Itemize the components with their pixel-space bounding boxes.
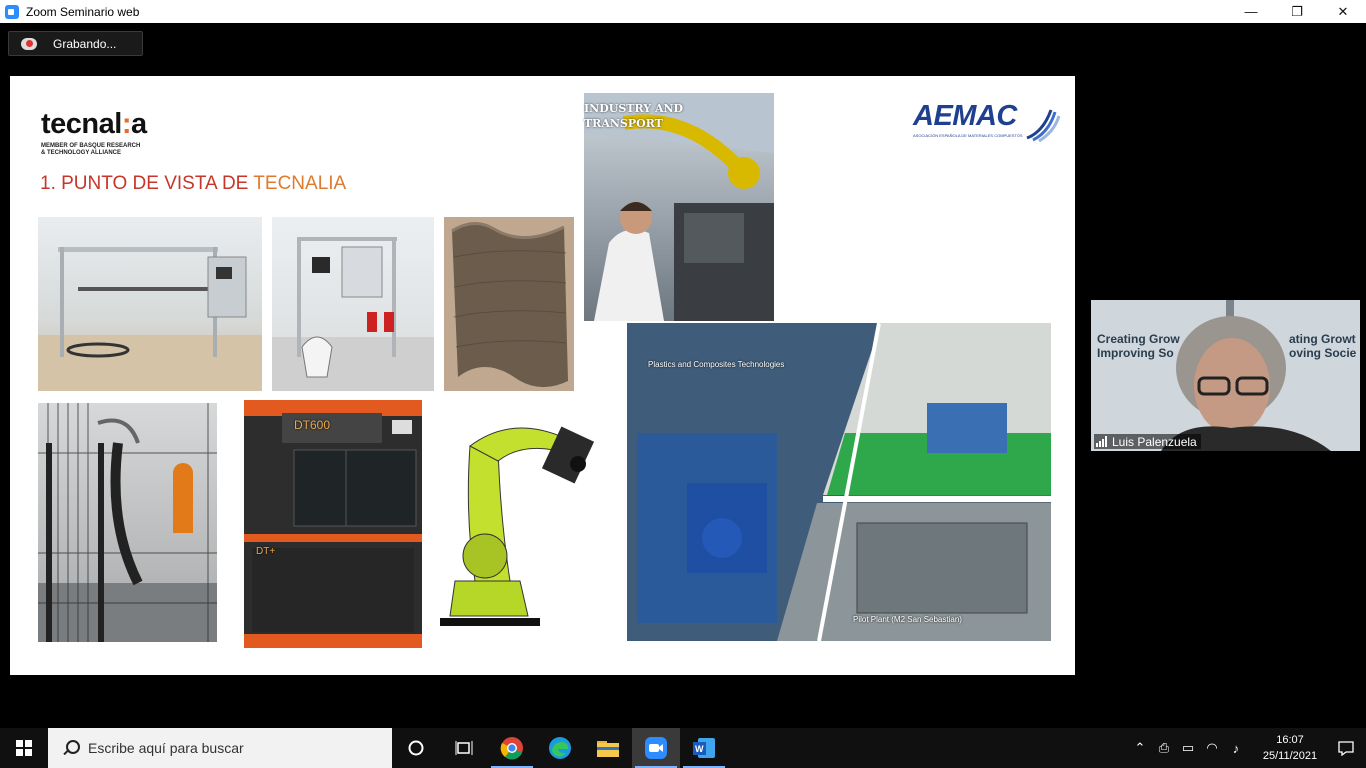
window-titlebar: Zoom Seminario web — ❐ ✕ bbox=[0, 0, 1366, 23]
zoom-icon[interactable] bbox=[632, 728, 680, 768]
windows-start-icon[interactable] bbox=[0, 728, 48, 768]
photo-dt600-printer: DT600 DT+ bbox=[242, 398, 424, 652]
speaker-icon[interactable]: ♪ bbox=[1224, 741, 1248, 756]
battery-icon[interactable]: ▭ bbox=[1176, 740, 1200, 756]
taskbar-clock[interactable]: 16:07 25/11/2021 bbox=[1254, 732, 1326, 764]
taskbar-search-box[interactable]: Escribe aquí para buscar bbox=[48, 728, 392, 768]
word-icon[interactable]: W bbox=[680, 728, 728, 768]
slide-title: 1. PUNTO DE VISTA DE TECNALIA bbox=[40, 173, 347, 194]
task-view-icon[interactable] bbox=[440, 728, 488, 768]
photo-robot-cell bbox=[38, 403, 217, 642]
photo-printer-lab bbox=[272, 217, 434, 391]
clock-date: 25/11/2021 bbox=[1262, 750, 1318, 762]
recording-indicator[interactable]: Grabando... bbox=[8, 31, 143, 56]
aemac-logo: AEMAC ASOCIACIÓN ESPAÑOLA DE MATERIALES … bbox=[913, 100, 1063, 148]
svg-text:W: W bbox=[695, 744, 704, 754]
photo-gantry-printer bbox=[38, 217, 262, 391]
cloud-record-icon bbox=[21, 37, 37, 50]
notification-icon[interactable] bbox=[1326, 740, 1366, 756]
chevron-up-icon[interactable]: ⌃ bbox=[1128, 740, 1152, 756]
maximize-button[interactable]: ❐ bbox=[1274, 0, 1320, 23]
participant-name: Luis Palenzuela bbox=[1112, 434, 1197, 449]
participant-name-badge: Luis Palenzuela bbox=[1094, 434, 1201, 449]
wifi-icon[interactable]: ◠ bbox=[1200, 740, 1224, 756]
file-explorer-icon[interactable] bbox=[584, 728, 632, 768]
windows-taskbar: Escribe aquí para buscar W ⌃ ⎙ ▭ ◠ ♪ 16:… bbox=[0, 728, 1366, 768]
participant-video-tile[interactable]: Creating Grow Improving So ating Growt ovi… bbox=[1091, 300, 1360, 451]
tecnalia-logo-subtitle: MEMBER OF BASQUE RESEARCH & TECHNOLOGY A… bbox=[41, 143, 141, 156]
tecnalia-logo: tecnal:a bbox=[41, 108, 147, 140]
recording-label: Grabando... bbox=[53, 36, 117, 51]
minimize-button[interactable]: — bbox=[1228, 0, 1274, 23]
photo-printed-wall bbox=[444, 217, 574, 391]
shared-screen-slide: tecnal:a MEMBER OF BASQUE RESEARCH & TEC… bbox=[10, 76, 1075, 675]
clock-time: 16:07 bbox=[1276, 734, 1304, 746]
participant-avatar bbox=[1161, 300, 1331, 451]
system-tray: ⌃ ⎙ ▭ ◠ ♪ 16:07 25/11/2021 bbox=[1128, 728, 1366, 768]
photo-plastics-collage: Plastics and Composites Technologies Pil… bbox=[627, 323, 1051, 641]
industry-transport-label: INDUSTRY AND TRANSPORT bbox=[584, 102, 684, 130]
zoom-app-icon bbox=[5, 4, 19, 19]
edge-icon[interactable] bbox=[536, 728, 584, 768]
plastics-label: Plastics and Composites Technologies bbox=[648, 360, 785, 369]
window-title: Zoom Seminario web bbox=[26, 4, 140, 19]
photo-robot-arm bbox=[430, 406, 610, 636]
search-icon bbox=[62, 740, 80, 756]
search-placeholder: Escribe aquí para buscar bbox=[88, 740, 244, 756]
signal-strength-icon bbox=[1096, 436, 1107, 447]
cortana-icon[interactable] bbox=[392, 728, 440, 768]
close-button[interactable]: ✕ bbox=[1320, 0, 1366, 23]
chrome-icon[interactable] bbox=[488, 728, 536, 768]
meet-now-icon[interactable]: ⎙ bbox=[1152, 740, 1176, 756]
pilot-plant-label: Pilot Plant (M2 San Sebastian) bbox=[853, 615, 962, 624]
